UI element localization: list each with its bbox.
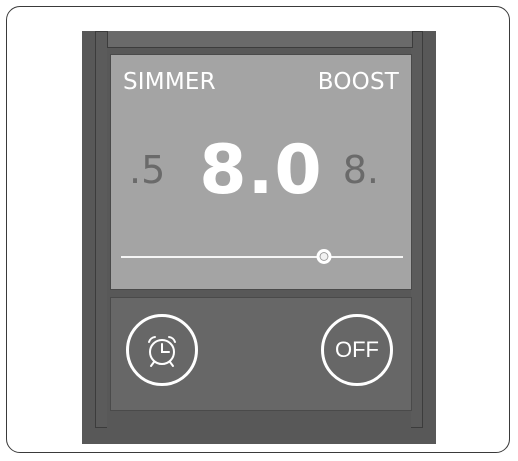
display-screen: SIMMER BOOST .5 8.0 8.: [110, 54, 412, 290]
power-slider-track[interactable]: [121, 256, 403, 258]
device-right-rail: [411, 31, 423, 428]
simmer-mode-label[interactable]: SIMMER: [123, 69, 216, 95]
controls-area: OFF: [110, 297, 412, 411]
off-button[interactable]: OFF: [321, 314, 393, 386]
alarm-clock-icon: [148, 336, 176, 367]
power-slider-thumb[interactable]: [316, 249, 332, 264]
device-left-rail: [95, 31, 107, 428]
off-button-label: OFF: [335, 337, 379, 362]
timer-button[interactable]: [126, 314, 198, 386]
device-top-strip: [107, 31, 413, 48]
next-power-value: 8.: [342, 148, 379, 192]
boost-mode-label[interactable]: BOOST: [318, 69, 399, 95]
